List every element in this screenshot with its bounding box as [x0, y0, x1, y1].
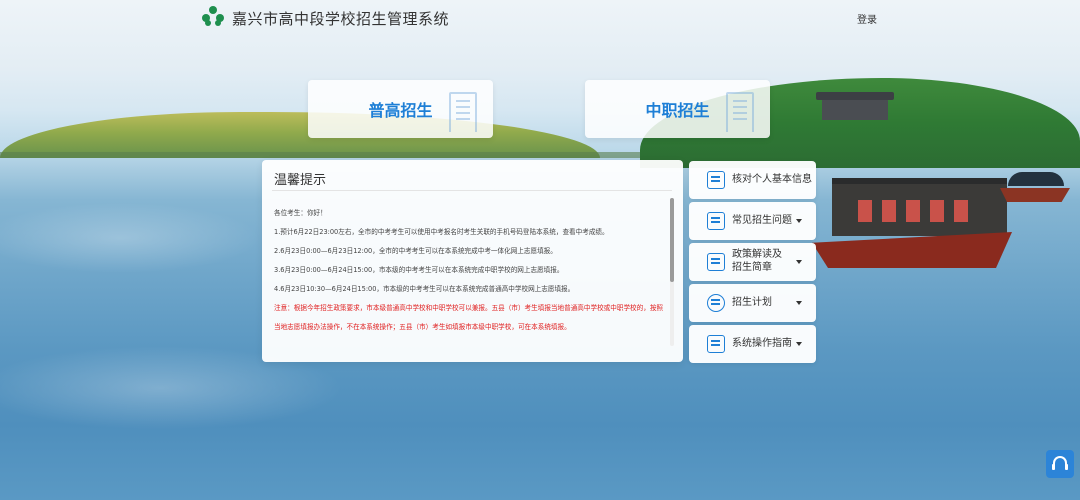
edit-doc-icon: [707, 212, 725, 230]
menu-label: 核对个人基本信息: [732, 174, 812, 185]
notice-line: 1.预计6月22日23:00左右，全市的中考考生可以使用中考报名时考生关联的手机…: [274, 228, 609, 236]
menu-label: 系统操作指南: [732, 338, 792, 349]
notice-greeting: 各位考生：你好！: [274, 209, 327, 217]
login-link[interactable]: 登录: [857, 11, 877, 26]
notice-content: 各位考生：你好！ 1.预计6月22日23:00左右，全市的中考考生可以使用中考报…: [274, 204, 666, 356]
menu-label-line1: 政策解读及: [732, 249, 782, 260]
notice-warning: 注意：根据今年招生政策要求，市本级普通高中学校和中职学校可以兼报。五县（市）考生…: [274, 304, 664, 331]
notice-line: 2.6月23日0:00—6月23日12:00，全市的中考考生可以在本系统完成中考…: [274, 247, 557, 255]
tile-label: 中职招生: [645, 101, 710, 120]
menu-operation-guide[interactable]: 系统操作指南: [689, 325, 816, 363]
logo-icon: [202, 6, 224, 28]
menu-label-line2: 招生简章: [732, 262, 772, 273]
menu-common-questions[interactable]: 常见招生问题: [689, 202, 816, 240]
menu-label: 招生计划: [732, 297, 772, 308]
settings-doc-icon: [707, 335, 725, 353]
building-icon: [449, 92, 477, 132]
menu-label: 常见招生问题: [732, 215, 792, 226]
chevron-down-icon: [796, 219, 802, 223]
menu-verify-personal-info[interactable]: 核对个人基本信息: [689, 161, 816, 199]
divider: [272, 190, 672, 191]
notice-line: 4.6月23日10:30—6月24日15:00，市本级的中考考生可以在本系统完成…: [274, 285, 575, 293]
notice-title: 温馨提示: [274, 173, 327, 188]
scrollbar-thumb[interactable]: [670, 198, 674, 282]
site-title: 嘉兴市高中段学校招生管理系统: [232, 10, 450, 28]
menu-policy-and-brochure[interactable]: 政策解读及 招生简章: [689, 243, 816, 281]
headset-icon: [1052, 456, 1068, 470]
tile-general-high-school-admission[interactable]: 普高招生: [308, 80, 493, 138]
menu-label: 政策解读及 招生简章: [732, 248, 782, 274]
chevron-down-icon: [796, 342, 802, 346]
building-icon: [726, 92, 754, 132]
notice-scrollbar[interactable]: [670, 198, 674, 346]
tile-label: 普高招生: [368, 101, 433, 120]
chevron-down-icon: [796, 260, 802, 264]
check-list-icon: [707, 171, 725, 189]
background-small-boat: [1000, 172, 1070, 204]
top-header: 嘉兴市高中段学校招生管理系统 登录: [0, 0, 1080, 34]
menu-enrollment-plan[interactable]: 招生计划: [689, 284, 816, 322]
customer-service-button[interactable]: [1046, 450, 1074, 478]
tile-vocational-school-admission[interactable]: 中职招生: [585, 80, 770, 138]
award-icon: [707, 294, 725, 312]
notice-panel: 温馨提示 各位考生：你好！ 1.预计6月22日23:00左右，全市的中考考生可以…: [262, 160, 683, 362]
search-doc-icon: [707, 253, 725, 271]
notice-line: 3.6月23日0:00—6月24日15:00，市本级的中考考生可以在本系统完成中…: [274, 266, 564, 274]
background-pavilion: [816, 92, 894, 120]
chevron-down-icon: [796, 301, 802, 305]
background-red-boat: [812, 168, 1012, 268]
